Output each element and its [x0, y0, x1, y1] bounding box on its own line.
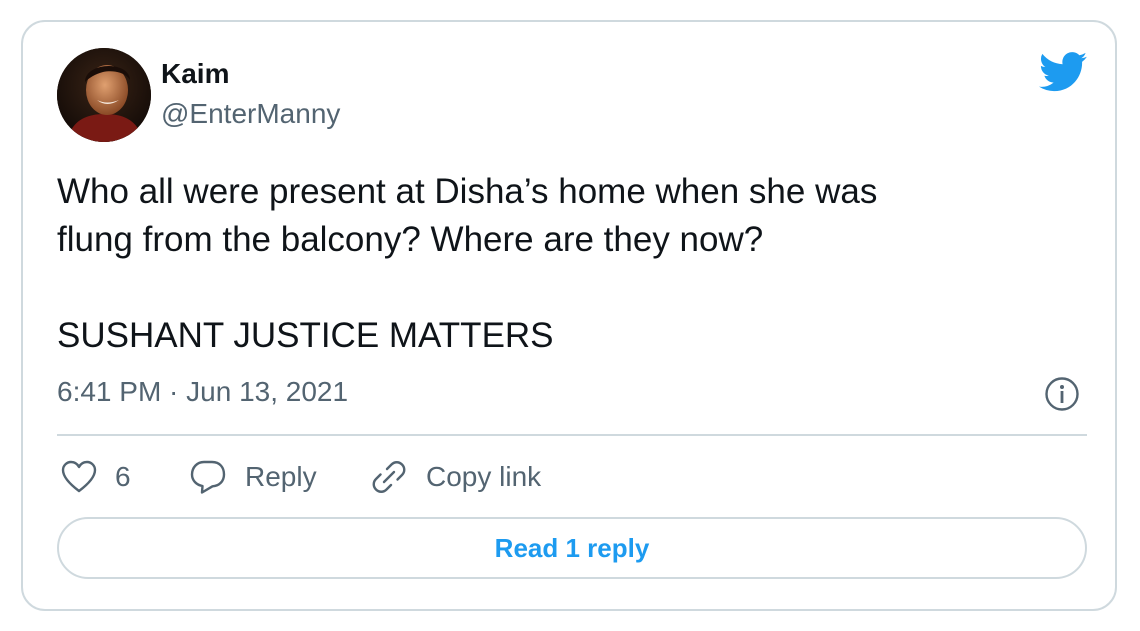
- copy-link-label: Copy link: [426, 461, 542, 492]
- divider: [57, 434, 1087, 436]
- copy-link-button[interactable]: Copy link: [370, 456, 541, 498]
- heart-icon: [61, 460, 97, 493]
- tweet-card: Kaim @EnterManny Who all were present at…: [21, 20, 1117, 611]
- avatar[interactable]: [57, 48, 151, 142]
- info-icon[interactable]: [1044, 376, 1080, 412]
- link-icon: [372, 461, 406, 493]
- like-button[interactable]: 6: [61, 456, 131, 498]
- like-count: 6: [115, 461, 131, 492]
- speech-bubble-icon: [190, 460, 226, 494]
- author-name[interactable]: Kaim: [161, 58, 229, 90]
- avatar-image: [57, 48, 151, 142]
- twitter-bird-icon[interactable]: [1039, 52, 1087, 92]
- tweet-timestamp[interactable]: 6:41 PM · Jun 13, 2021: [57, 375, 348, 409]
- author-handle[interactable]: @EnterManny: [161, 98, 340, 130]
- reply-button[interactable]: Reply: [189, 456, 317, 498]
- reply-label: Reply: [245, 461, 317, 492]
- tweet-text: Who all were present at Disha’s home whe…: [57, 172, 878, 355]
- read-replies-button[interactable]: Read 1 reply: [57, 517, 1087, 579]
